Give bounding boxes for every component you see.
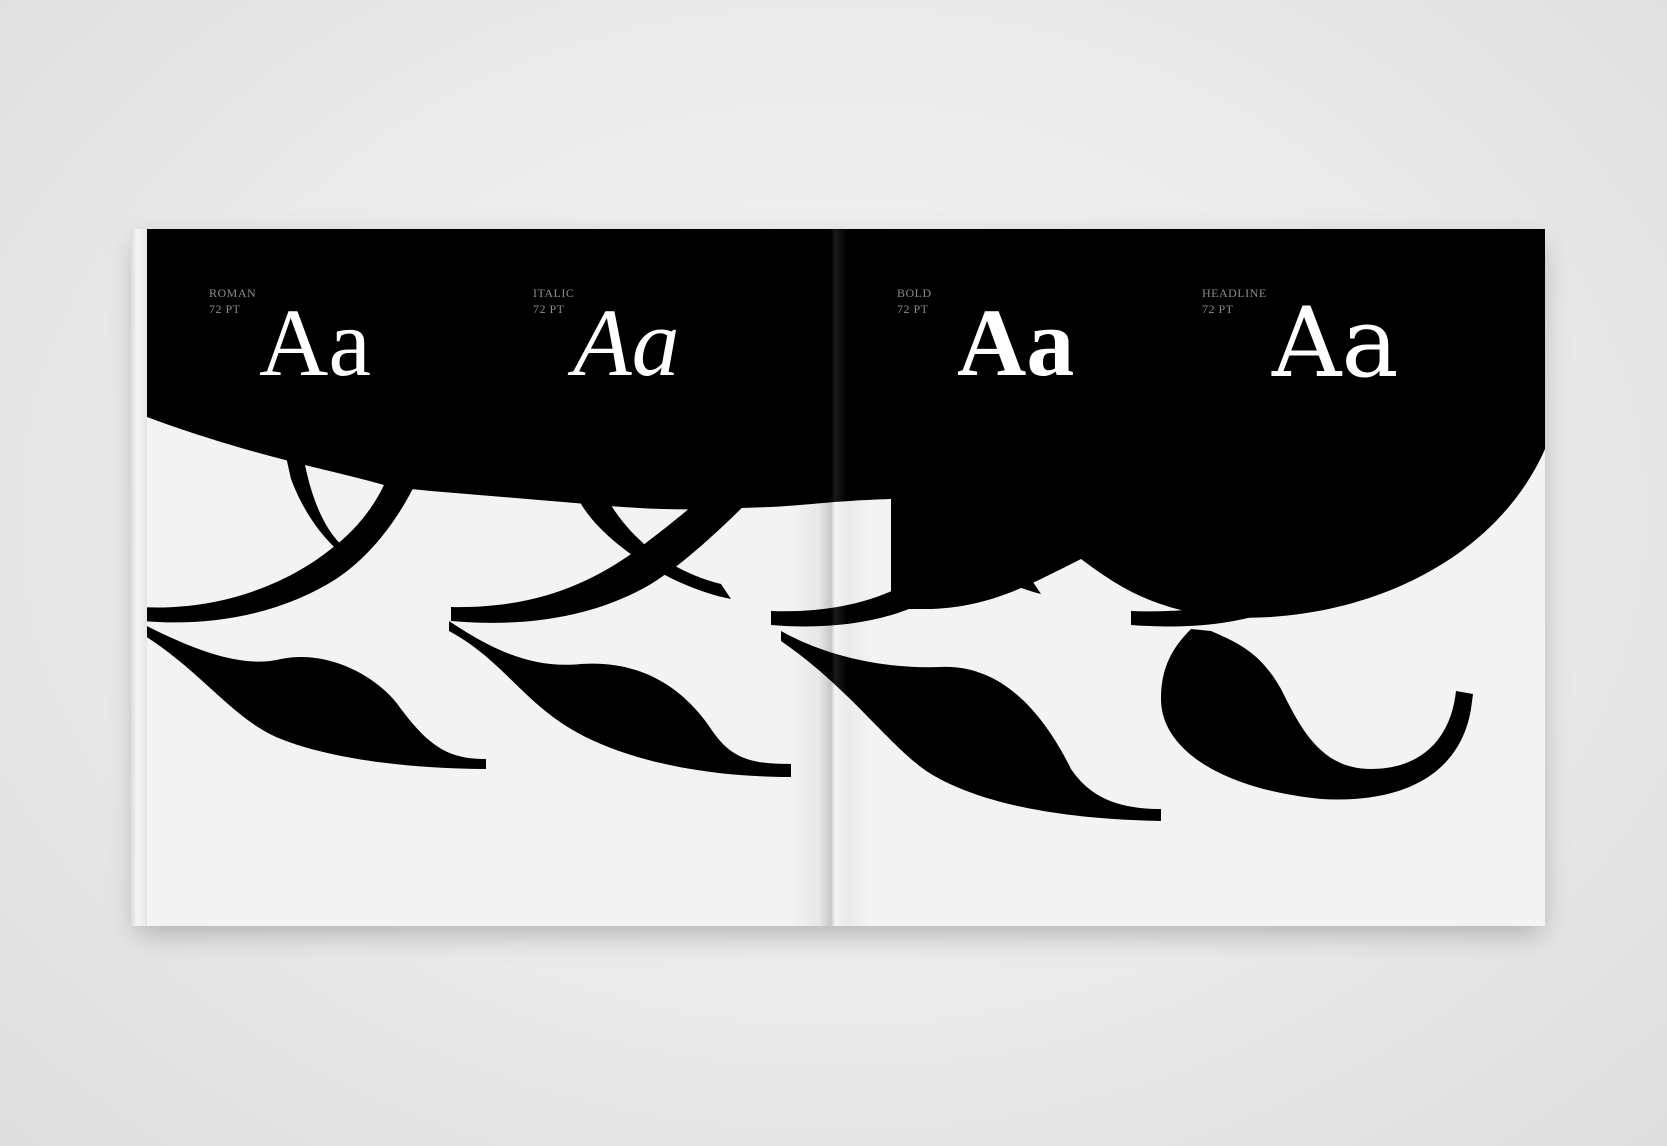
type-specimen-headline: HEADLINE 72 PT Aa (1202, 285, 1542, 395)
tail-4 (1161, 629, 1473, 800)
style-size: 72 PT (209, 302, 241, 316)
sample-glyphs: Aa (1272, 287, 1399, 399)
specimen-label-bold: BOLD 72 PT (897, 285, 932, 317)
style-name: BOLD (897, 286, 932, 300)
book-spread: ROMAN 72 PT Aa ITALIC 72 PT Aa BOLD 72 P… (131, 229, 1545, 926)
sample-glyphs: Aa (259, 289, 371, 396)
sample-glyphs: Aa (573, 289, 680, 396)
style-size: 72 PT (533, 302, 565, 316)
tail-1 (137, 621, 486, 769)
type-specimen-italic: ITALIC 72 PT Aa (533, 285, 873, 395)
specimen-label-italic: ITALIC 72 PT (533, 285, 574, 317)
style-name: ITALIC (533, 286, 575, 300)
type-specimen-bold: BOLD 72 PT Aa (897, 285, 1237, 395)
type-specimen-roman: ROMAN 72 PT Aa (209, 285, 549, 395)
sample-glyphs: Aa (957, 289, 1075, 396)
specimen-label-headline: HEADLINE 72 PT (1202, 285, 1267, 317)
specimen-label-roman: ROMAN 72 PT (209, 285, 256, 317)
open-book: ROMAN 72 PT Aa ITALIC 72 PT Aa BOLD 72 P… (131, 229, 1545, 933)
style-name: HEADLINE (1202, 286, 1267, 300)
tail-3 (781, 631, 1161, 821)
tail-2 (449, 621, 791, 777)
style-name: ROMAN (209, 286, 257, 300)
style-size: 72 PT (897, 302, 929, 316)
style-size: 72 PT (1202, 302, 1234, 316)
page-edges (131, 229, 147, 926)
